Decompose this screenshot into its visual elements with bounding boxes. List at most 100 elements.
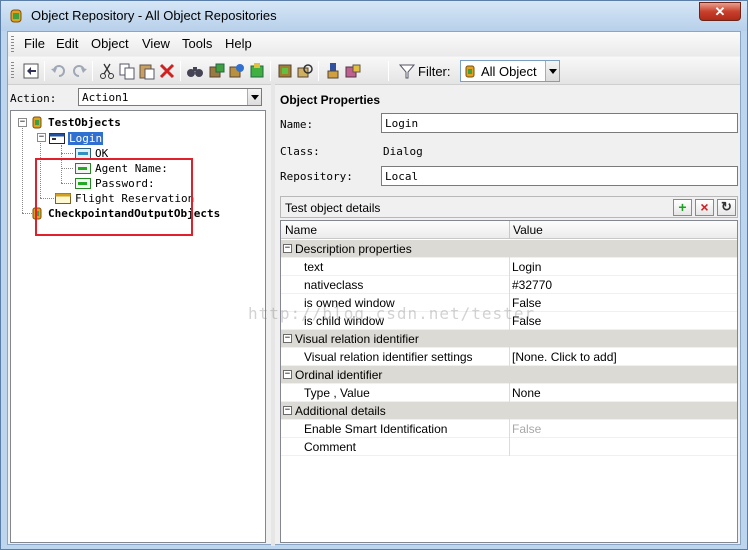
column-divider[interactable] bbox=[509, 221, 510, 238]
menu-tools[interactable]: Tools bbox=[182, 36, 212, 51]
property-name: Enable Smart Identification bbox=[304, 422, 448, 436]
row-divider bbox=[509, 348, 510, 366]
redo-icon[interactable] bbox=[70, 62, 88, 80]
property-value[interactable]: False bbox=[512, 296, 541, 310]
menu-view[interactable]: View bbox=[142, 36, 170, 51]
property-row[interactable]: nativeclass #32770 bbox=[281, 276, 737, 294]
row-divider bbox=[509, 276, 510, 294]
expand-toggle-testobjects[interactable]: − bbox=[18, 118, 27, 127]
test-object-details-label: Test object details bbox=[285, 201, 381, 215]
property-row[interactable]: Enable Smart Identification False bbox=[281, 420, 737, 438]
repository-value: Local bbox=[385, 170, 419, 183]
menu-object[interactable]: Object bbox=[91, 36, 129, 51]
dialog-icon bbox=[49, 133, 65, 144]
column-header-value[interactable]: Value bbox=[513, 223, 543, 237]
delete-icon[interactable] bbox=[158, 62, 176, 80]
action-value: Action1 bbox=[82, 91, 129, 104]
client-area: File Edit Object View Tools Help Filter:… bbox=[7, 31, 741, 546]
grid-header: Name Value bbox=[281, 221, 737, 239]
property-row[interactable]: is child window False bbox=[281, 312, 737, 330]
action-dropdown[interactable]: Action1 bbox=[78, 88, 262, 106]
property-value[interactable]: False bbox=[512, 314, 541, 328]
close-button[interactable]: ✕ bbox=[699, 2, 741, 21]
define-object-icon[interactable] bbox=[344, 62, 362, 80]
tree-node-login[interactable]: Login bbox=[68, 132, 104, 145]
expand-toggle-login[interactable]: − bbox=[37, 133, 46, 142]
repository-icon bbox=[32, 116, 42, 129]
menu-edit[interactable]: Edit bbox=[56, 36, 78, 51]
property-name: Additional details bbox=[295, 404, 386, 418]
navigate-up-icon[interactable] bbox=[22, 62, 40, 80]
locate-icon[interactable] bbox=[296, 62, 314, 80]
update-icon[interactable] bbox=[228, 62, 246, 80]
row-divider bbox=[509, 312, 510, 330]
remove-property-button[interactable]: × bbox=[695, 199, 714, 216]
add-objects-icon[interactable] bbox=[208, 62, 226, 80]
paste-icon[interactable] bbox=[138, 62, 156, 80]
export-icon[interactable] bbox=[248, 62, 266, 80]
test-object-details-bar: Test object details + × ↻ bbox=[280, 196, 738, 218]
property-category-row[interactable]: − Description properties bbox=[281, 240, 737, 258]
add-property-button[interactable]: + bbox=[673, 199, 692, 216]
collapse-toggle[interactable]: − bbox=[283, 406, 292, 415]
property-value[interactable]: [None. Click to add] bbox=[512, 350, 617, 364]
repository-icon bbox=[10, 9, 22, 23]
property-value[interactable]: None bbox=[512, 386, 541, 400]
menu-file[interactable]: File bbox=[24, 36, 45, 51]
property-value[interactable]: Login bbox=[512, 260, 541, 274]
filter-dropdown[interactable]: All Object bbox=[460, 60, 560, 82]
row-divider bbox=[509, 438, 510, 456]
menu-grip[interactable] bbox=[11, 36, 14, 52]
name-field[interactable]: Login bbox=[381, 113, 738, 133]
filter-label: Filter: bbox=[418, 64, 451, 79]
toolbar-separator bbox=[44, 61, 45, 81]
repository-label: Repository: bbox=[280, 170, 353, 183]
find-icon[interactable] bbox=[186, 62, 204, 80]
property-value[interactable]: #32770 bbox=[512, 278, 552, 292]
property-row[interactable]: Comment bbox=[281, 438, 737, 456]
menu-bar: File Edit Object View Tools Help bbox=[8, 32, 740, 56]
toolbar-separator bbox=[180, 61, 181, 81]
object-spy-icon[interactable] bbox=[324, 62, 342, 80]
tree-node-testobjects[interactable]: TestObjects bbox=[48, 116, 121, 129]
class-value: Dialog bbox=[383, 145, 423, 158]
row-divider bbox=[509, 294, 510, 312]
name-value: Login bbox=[385, 117, 419, 130]
filter-value: All Object bbox=[481, 64, 537, 79]
property-row[interactable]: text Login bbox=[281, 258, 737, 276]
collapse-toggle[interactable]: − bbox=[283, 244, 292, 253]
collapse-toggle[interactable]: − bbox=[283, 334, 292, 343]
property-row[interactable]: is owned window False bbox=[281, 294, 737, 312]
chevron-down-icon[interactable] bbox=[247, 89, 261, 105]
cut-icon[interactable] bbox=[98, 62, 116, 80]
highlight-icon[interactable] bbox=[276, 62, 294, 80]
collapse-toggle[interactable]: − bbox=[283, 370, 292, 379]
property-name: text bbox=[304, 260, 324, 274]
chevron-down-icon[interactable] bbox=[545, 61, 559, 81]
refresh-button[interactable]: ↻ bbox=[717, 199, 736, 216]
repository-field: Local bbox=[381, 166, 738, 186]
menu-help[interactable]: Help bbox=[225, 36, 252, 51]
details-grid[interactable]: Name Value − Description properties text Lo… bbox=[280, 220, 738, 543]
column-header-name[interactable]: Name bbox=[285, 223, 317, 237]
property-row[interactable]: Visual relation identifier settings [None… bbox=[281, 348, 737, 366]
object-properties-title: Object Properties bbox=[280, 93, 381, 107]
toolbar-grip[interactable] bbox=[11, 62, 14, 80]
property-category-row[interactable]: − Additional details bbox=[281, 402, 737, 420]
property-row[interactable]: Type , Value None bbox=[281, 384, 737, 402]
copy-icon[interactable] bbox=[118, 62, 136, 80]
row-divider bbox=[509, 330, 510, 348]
property-category-row[interactable]: − Visual relation identifier bbox=[281, 330, 737, 348]
splitter[interactable] bbox=[271, 84, 275, 546]
property-name: Description properties bbox=[295, 242, 412, 256]
object-tree[interactable]: − TestObjects − Login OK Agent Name: Pas… bbox=[10, 110, 266, 543]
undo-icon[interactable] bbox=[50, 62, 68, 80]
title-bar[interactable]: Object Repository - All Object Repositor… bbox=[1, 1, 747, 31]
window-title: Object Repository - All Object Repositor… bbox=[31, 8, 277, 23]
property-category-row[interactable]: − Ordinal identifier bbox=[281, 366, 737, 384]
repository-icon bbox=[465, 65, 475, 78]
property-value[interactable]: False bbox=[512, 422, 541, 436]
row-divider bbox=[509, 240, 510, 258]
property-name: is child window bbox=[304, 314, 385, 328]
object-repository-window: Object Repository - All Object Repositor… bbox=[0, 0, 748, 550]
